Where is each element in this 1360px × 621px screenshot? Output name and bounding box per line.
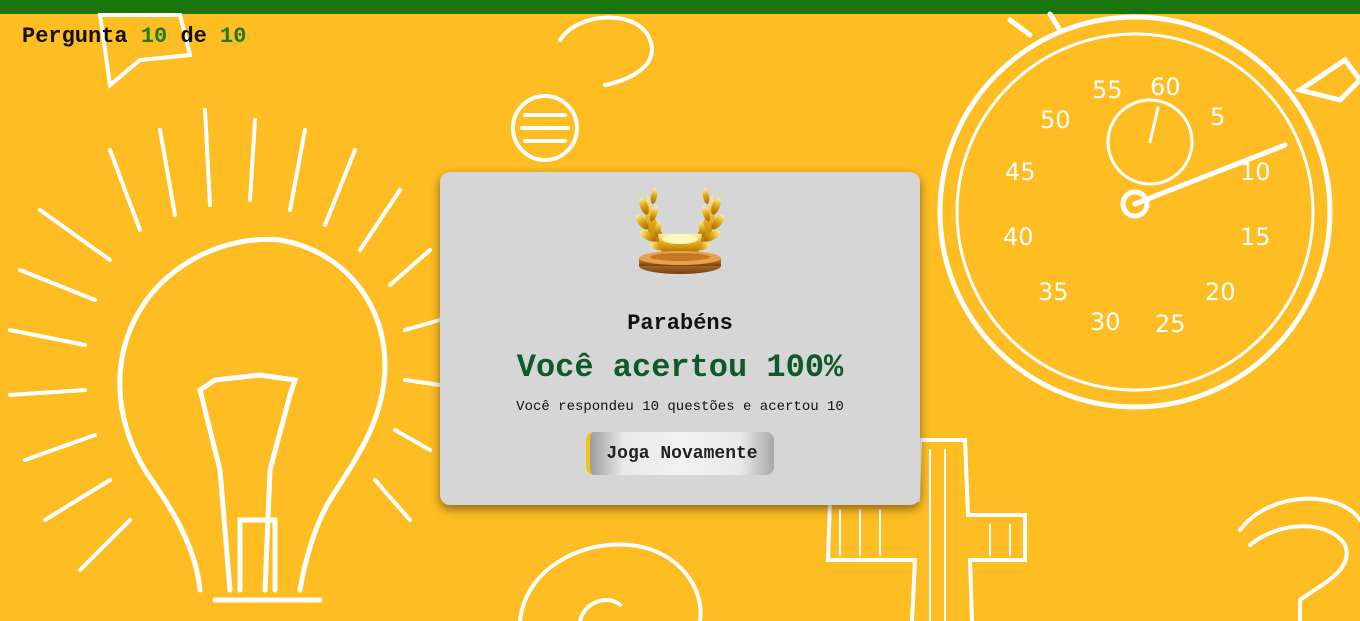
counter-prefix: Pergunta — [22, 24, 128, 49]
svg-text:10: 10 — [1240, 158, 1271, 186]
svg-text:25: 25 — [1155, 310, 1186, 338]
svg-text:45: 45 — [1005, 158, 1036, 186]
counter-current: 10 — [140, 24, 168, 49]
svg-text:35: 35 — [1038, 278, 1069, 306]
question-counter: Pergunta 10 de 10 — [22, 24, 246, 49]
results-summary: Você respondeu 10 questões e acertou 10 — [516, 399, 844, 415]
bottom-number-shape — [518, 542, 703, 621]
light-bulb-icon — [117, 236, 388, 603]
score-text: Você acertou 100% — [516, 349, 844, 386]
play-again-button[interactable]: Joga Novamente — [586, 432, 774, 475]
congratulations-title: Parabéns — [627, 311, 733, 336]
svg-text:40: 40 — [1003, 223, 1034, 251]
svg-text:50: 50 — [1040, 106, 1071, 134]
stopwatch-icon — [937, 11, 1360, 410]
svg-text:30: 30 — [1090, 308, 1121, 336]
light-rays — [8, 108, 442, 572]
counter-separator: de — [180, 24, 207, 49]
laurel-trophy-icon — [635, 188, 725, 274]
svg-text:60: 60 — [1150, 73, 1181, 101]
counter-total: 10 — [220, 24, 247, 49]
svg-text:20: 20 — [1205, 278, 1236, 306]
svg-text:55: 55 — [1092, 76, 1123, 104]
result-dialog: Parabéns Você acertou 100% Você responde… — [440, 172, 920, 505]
svg-text:5: 5 — [1210, 103, 1225, 131]
top-bar — [0, 0, 1360, 14]
question-mark-shape — [511, 15, 654, 162]
svg-text:15: 15 — [1240, 223, 1271, 251]
stopwatch-numbers: 60 55 50 45 40 35 30 25 20 15 10 5 — [1003, 73, 1271, 338]
question-mark-bottom-shape — [1238, 496, 1360, 621]
